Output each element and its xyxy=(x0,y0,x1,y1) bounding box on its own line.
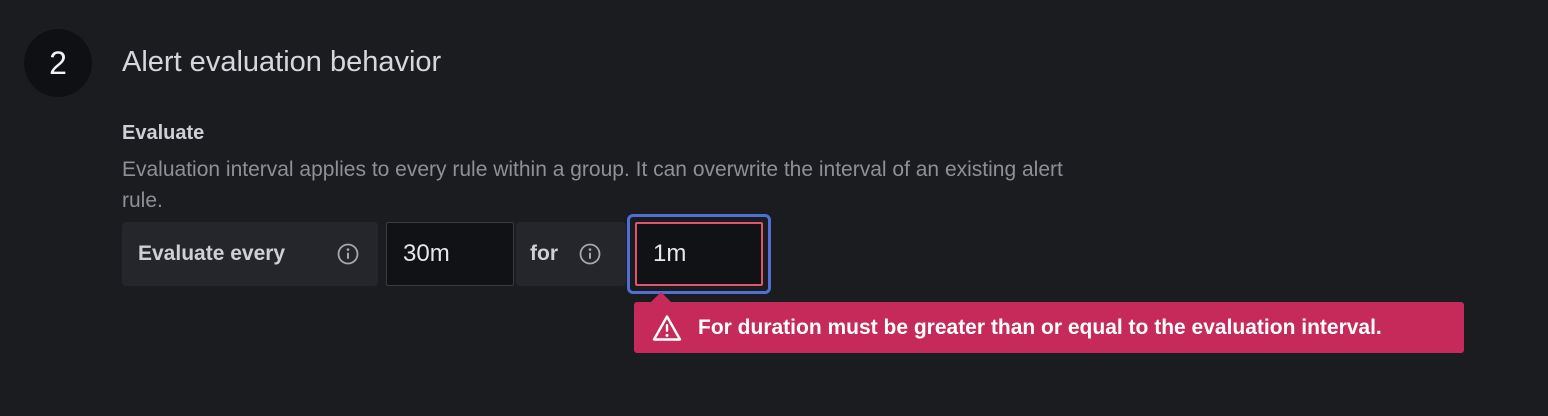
step-number: 2 xyxy=(49,44,67,81)
evaluate-every-addon: Evaluate every xyxy=(122,222,378,286)
alert-rule-section: 2 Alert evaluation behavior Evaluate Eva… xyxy=(0,0,1548,416)
warning-triangle-icon xyxy=(652,314,682,341)
for-label: for xyxy=(530,242,558,265)
evaluate-label: Evaluate xyxy=(122,122,205,144)
for-input-focus-ring xyxy=(627,214,771,294)
validation-error-message: For duration must be greater than or equ… xyxy=(634,302,1464,353)
error-text: For duration must be greater than or equ… xyxy=(698,315,1382,339)
section-title: Alert evaluation behavior xyxy=(122,46,442,78)
evaluate-every-input[interactable] xyxy=(386,222,514,286)
error-tooltip-arrow xyxy=(651,292,671,302)
evaluate-description: Evaluation interval applies to every rul… xyxy=(122,158,1063,212)
step-number-badge: 2 xyxy=(24,29,92,97)
for-duration-input[interactable] xyxy=(635,222,763,286)
info-circle-icon[interactable] xyxy=(336,242,360,266)
evaluate-every-label: Evaluate every xyxy=(138,242,286,265)
info-circle-icon[interactable] xyxy=(578,242,602,266)
for-addon: for xyxy=(516,222,626,286)
